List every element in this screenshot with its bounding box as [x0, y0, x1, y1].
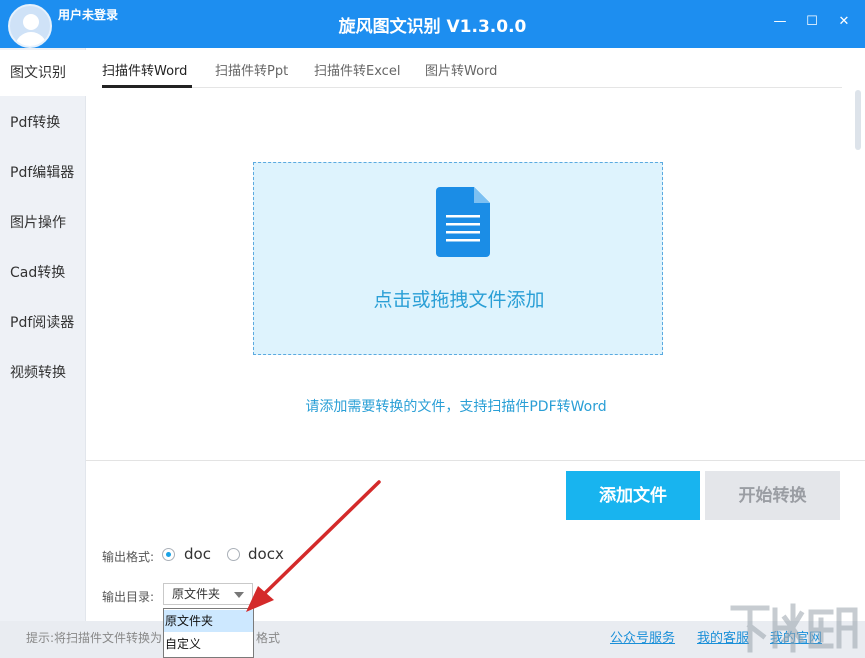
radio-docx-label[interactable]: docx [248, 545, 284, 563]
output-format-label: 输出格式: [102, 550, 155, 564]
radio-docx[interactable] [227, 548, 240, 561]
drop-zone-text: 点击或拖拽文件添加 [373, 289, 545, 311]
chevron-down-icon [234, 592, 244, 598]
tab-bar: 扫描件转Word 扫描件转Ppt 扫描件转Excel 图片转Word [102, 48, 842, 88]
status-tip-left: 提示:将扫描件文件转换为 [26, 631, 163, 645]
hint-text: 请添加需要转换的文件，支持扫描件PDF转Word [305, 399, 607, 415]
app-title: 旋风图文识别 V1.3.0.0 [338, 17, 527, 37]
sidebar: 图文识别 Pdf转换 Pdf编辑器 图片操作 Cad转换 Pdf阅读器 视频转换 [0, 48, 86, 621]
add-file-button[interactable]: 添加文件 [566, 471, 700, 520]
tab-scan-to-ppt[interactable]: 扫描件转Ppt [215, 60, 288, 79]
sidebar-item-pdf-convert[interactable]: Pdf转换 [0, 100, 86, 146]
divider [86, 460, 865, 461]
radio-doc-label[interactable]: doc [184, 545, 211, 563]
output-dir-dropdown: 原文件夹 自定义 [163, 608, 254, 658]
radio-doc[interactable] [162, 548, 175, 561]
sidebar-item-ocr[interactable]: 图文识别 [0, 50, 86, 96]
active-tab-indicator [102, 85, 192, 88]
dropdown-option-original-folder[interactable]: 原文件夹 [164, 610, 253, 632]
sidebar-item-video-convert[interactable]: 视频转换 [0, 350, 86, 396]
dropdown-option-custom[interactable]: 自定义 [164, 633, 253, 655]
close-button[interactable]: ✕ [834, 14, 854, 29]
status-tip-right: 格式 [256, 631, 281, 645]
tab-image-to-word[interactable]: 图片转Word [425, 60, 497, 79]
minimize-button[interactable]: — [770, 14, 790, 29]
tab-scan-to-word[interactable]: 扫描件转Word [102, 60, 187, 79]
output-dir-select[interactable]: 原文件夹 [163, 583, 253, 605]
site-watermark-logo [730, 603, 858, 653]
tab-scan-to-excel[interactable]: 扫描件转Excel [314, 60, 400, 79]
scrollbar[interactable] [855, 90, 861, 150]
file-drop-zone[interactable]: 点击或拖拽文件添加 [253, 162, 663, 355]
sidebar-item-pdf-editor[interactable]: Pdf编辑器 [0, 150, 86, 196]
start-convert-button[interactable]: 开始转换 [705, 471, 840, 520]
output-dir-selected: 原文件夹 [172, 587, 221, 601]
sidebar-item-image-ops[interactable]: 图片操作 [0, 200, 86, 246]
title-bar: 用户未登录 旋风图文识别 V1.3.0.0 — ☐ ✕ [0, 0, 865, 48]
sidebar-item-cad-convert[interactable]: Cad转换 [0, 250, 86, 296]
link-official-account[interactable]: 公众号服务 [610, 627, 675, 646]
sidebar-item-pdf-reader[interactable]: Pdf阅读器 [0, 300, 86, 346]
document-icon [436, 187, 490, 257]
maximize-button[interactable]: ☐ [802, 14, 822, 29]
output-dir-label: 输出目录: [102, 590, 155, 604]
